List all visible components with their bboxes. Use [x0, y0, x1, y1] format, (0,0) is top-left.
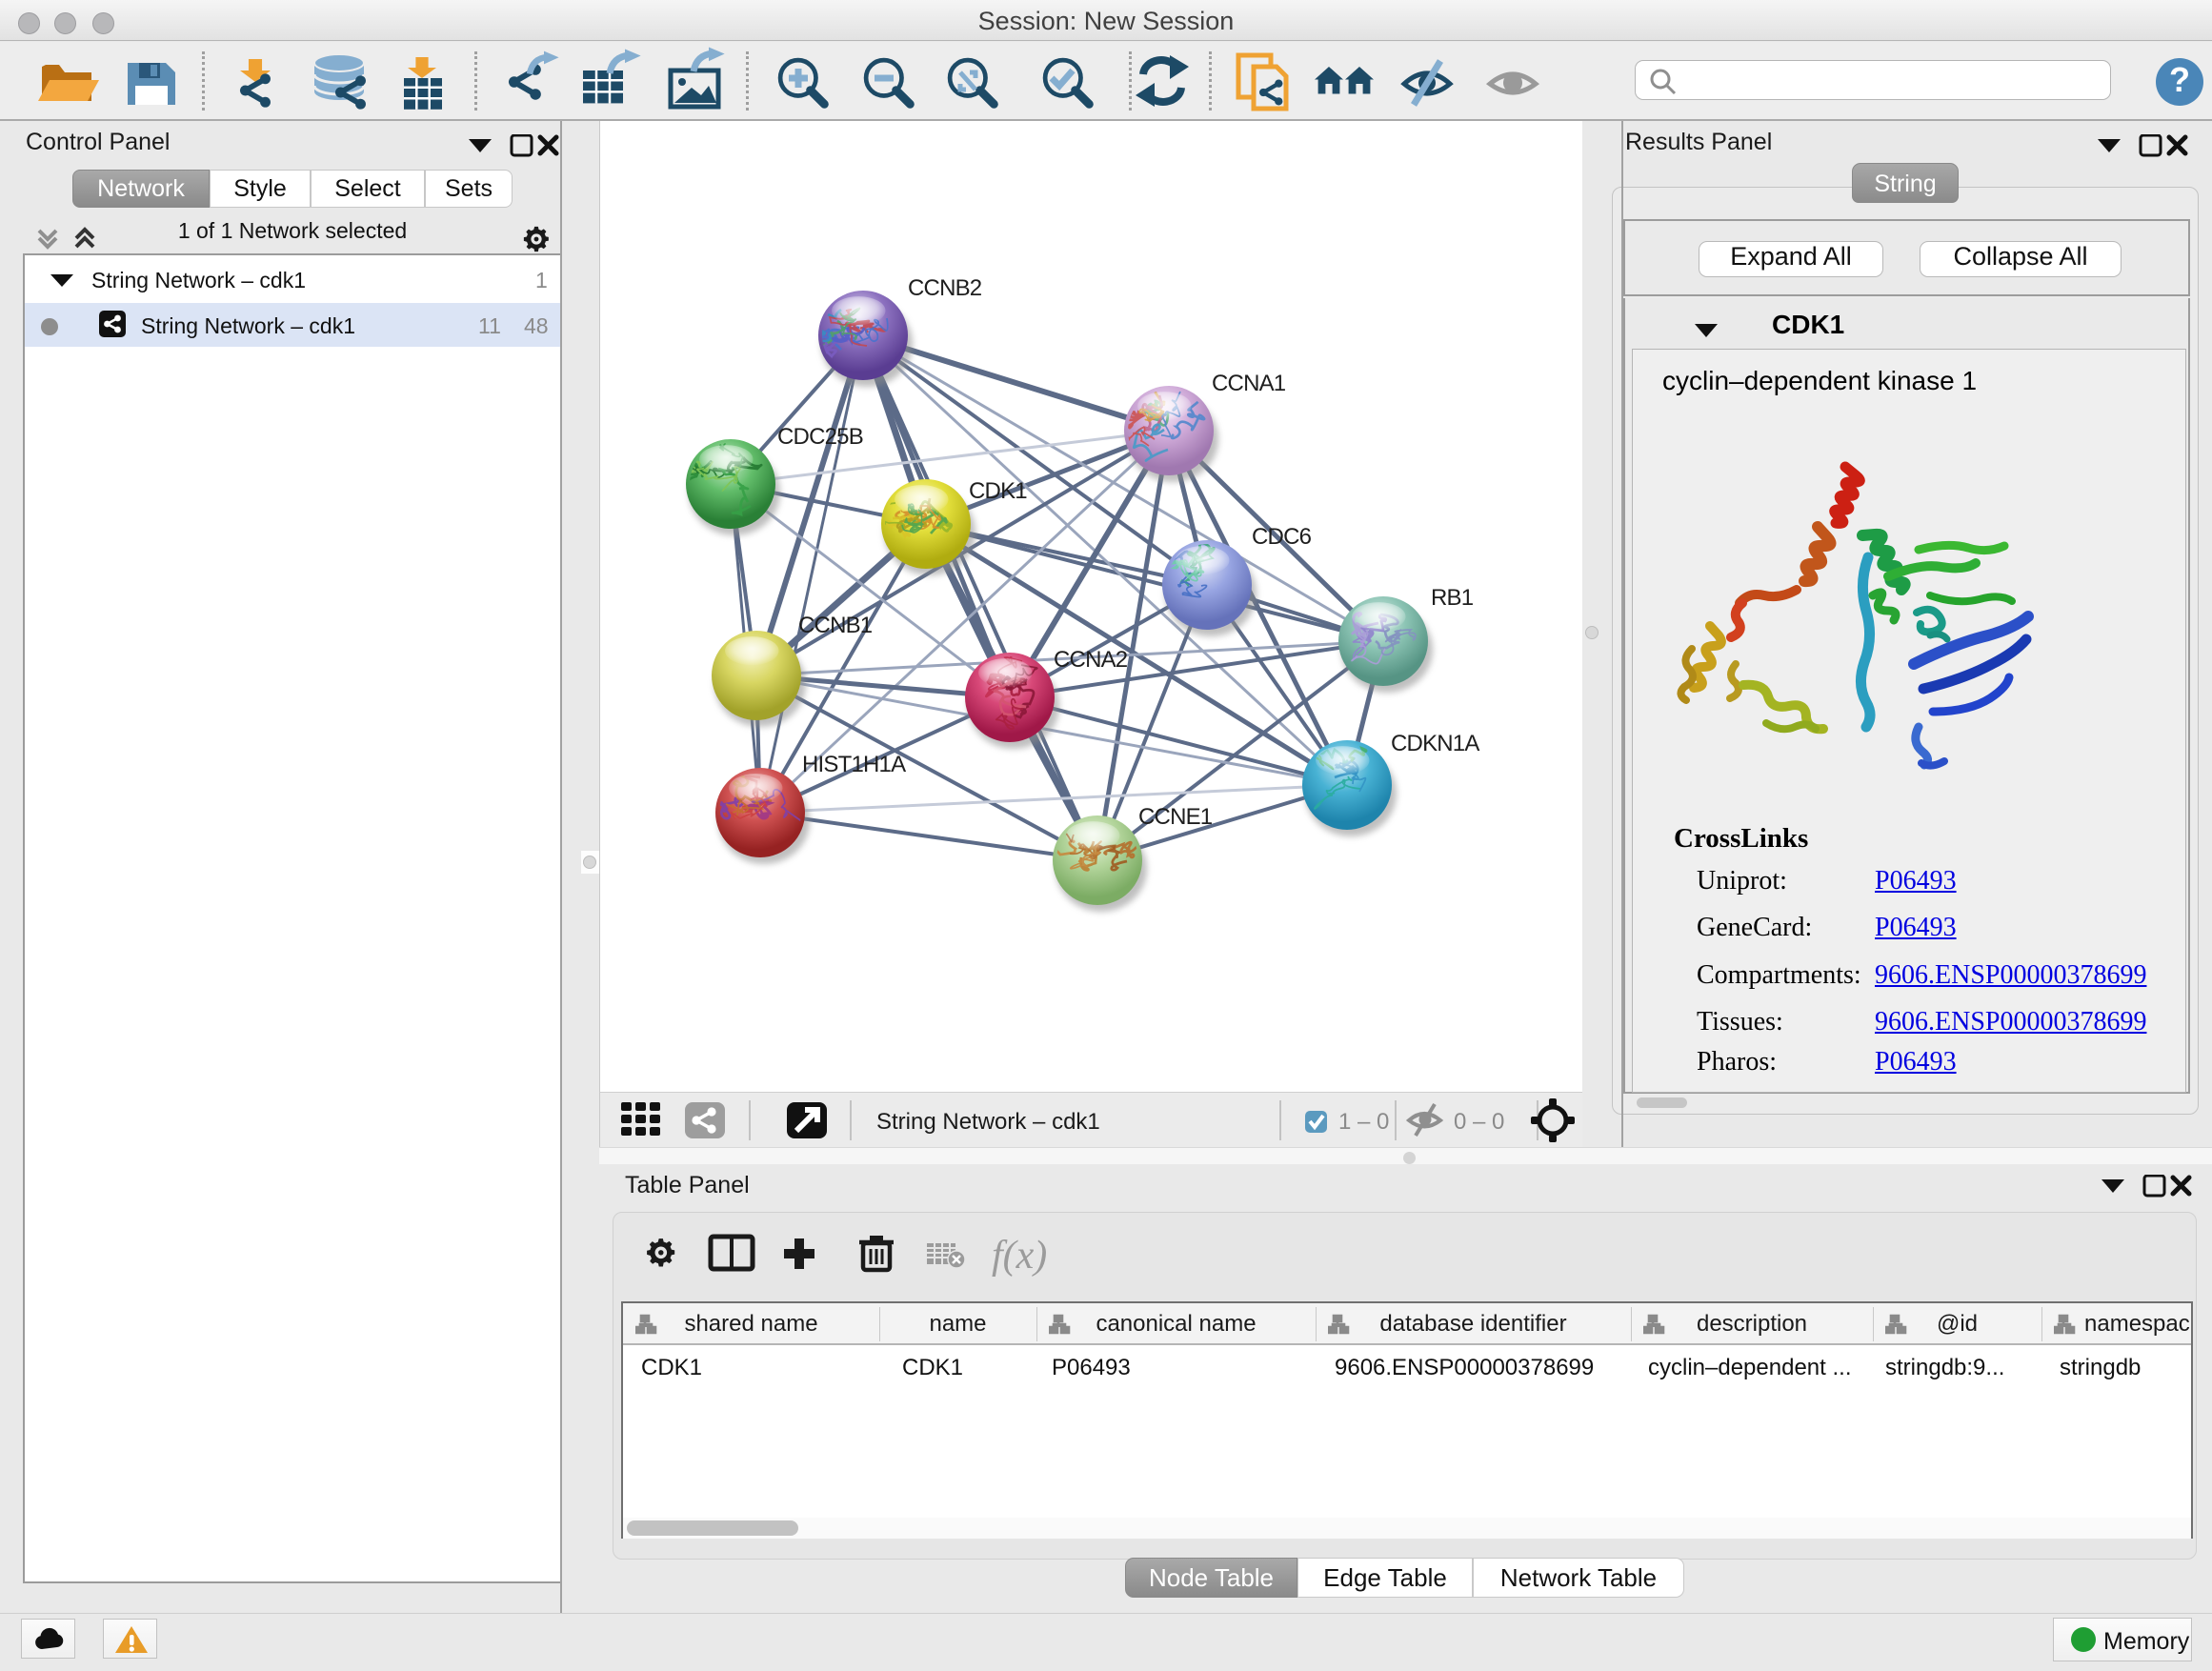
svg-text:CCNB2: CCNB2 — [908, 275, 982, 301]
svg-text:HIST1H1A: HIST1H1A — [802, 752, 906, 777]
svg-text:CDC6: CDC6 — [1252, 524, 1312, 550]
svg-text:1 – 0: 1 – 0 — [1338, 1109, 1389, 1135]
svg-text:String Network – cdk1: String Network – cdk1 — [876, 1109, 1100, 1135]
svg-text:0 – 0: 0 – 0 — [1454, 1109, 1504, 1135]
svg-text:CCNB1: CCNB1 — [798, 613, 873, 638]
svg-text:CCNA2: CCNA2 — [1054, 647, 1128, 673]
svg-text:CCNA1: CCNA1 — [1212, 371, 1286, 396]
svg-text:CDC25B: CDC25B — [777, 424, 863, 450]
svg-text:CDK1: CDK1 — [969, 478, 1027, 504]
svg-text:f(x): f(x) — [992, 1234, 1047, 1278]
svg-text:CDKN1A: CDKN1A — [1391, 731, 1479, 756]
svg-text:RB1: RB1 — [1431, 585, 1474, 611]
svg-text:CCNE1: CCNE1 — [1138, 804, 1213, 830]
